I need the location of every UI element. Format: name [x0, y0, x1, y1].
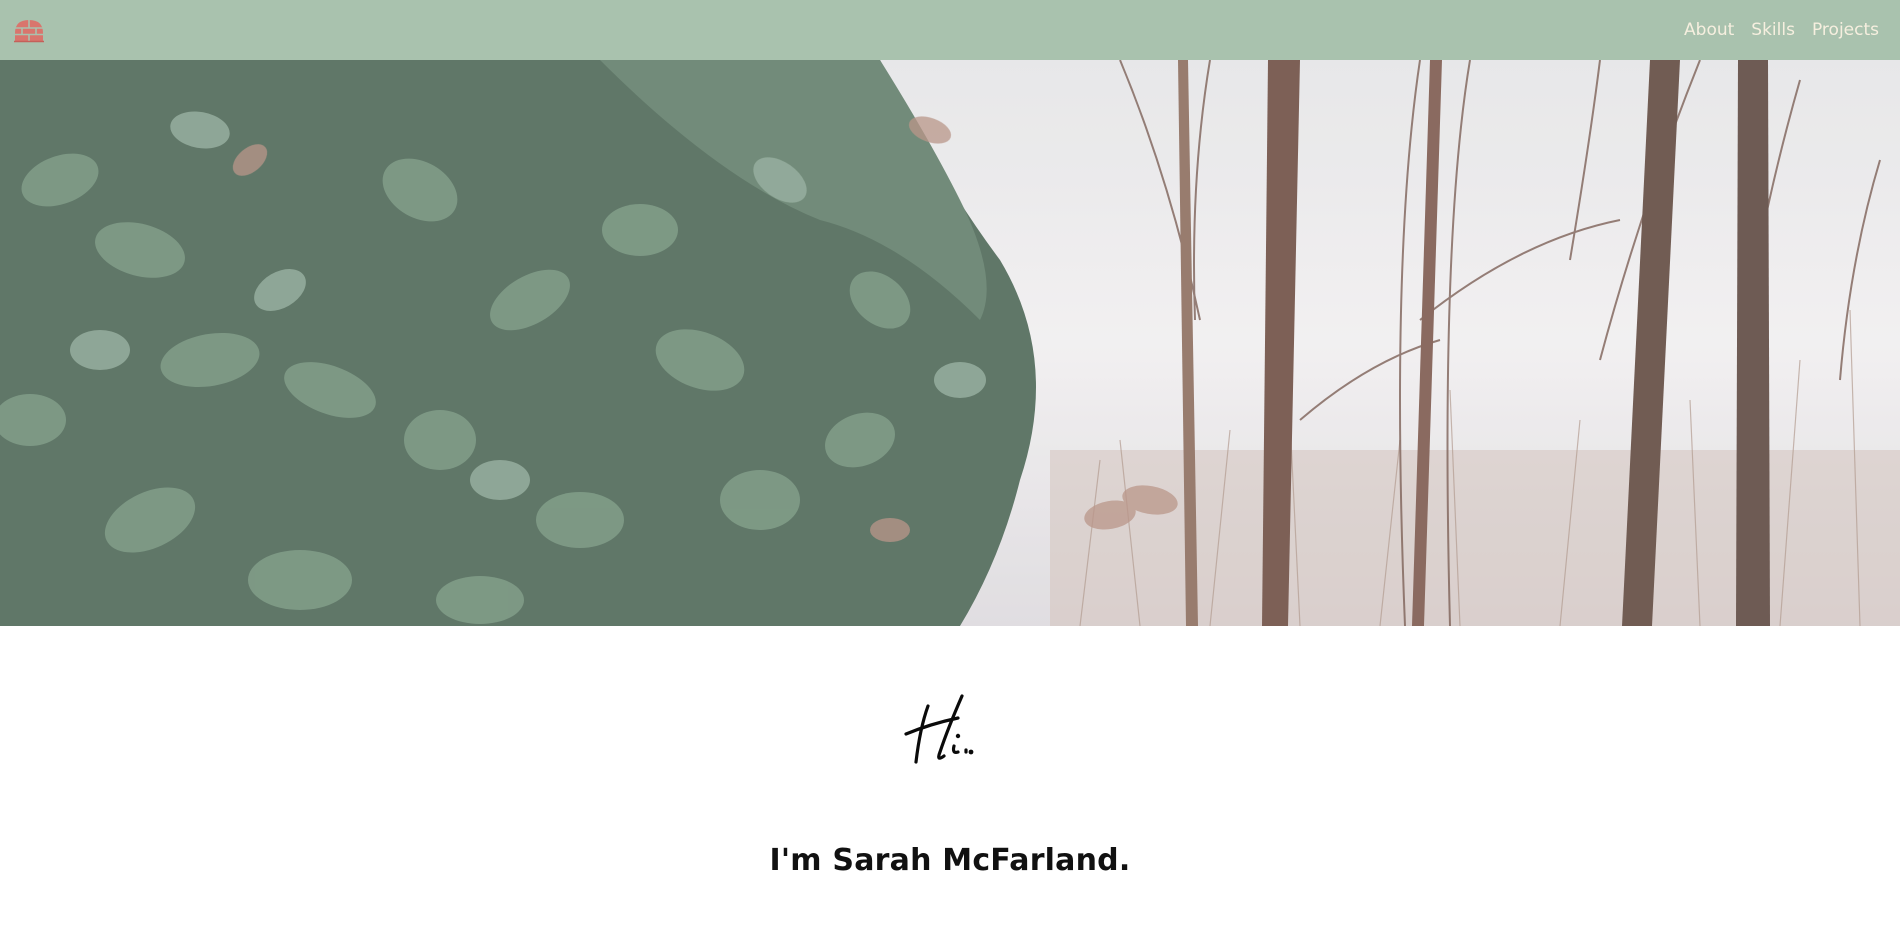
brick-dome-logo-icon[interactable] — [14, 17, 44, 43]
nav-link-about[interactable]: About — [1684, 20, 1734, 40]
nav-link-projects[interactable]: Projects — [1812, 20, 1879, 40]
intro-headline: I'm Sarah McFarland. — [769, 843, 1131, 878]
hero-foliage-illustration — [0, 60, 1900, 626]
hero-photo — [0, 60, 1900, 626]
navbar: About Skills Projects — [0, 0, 1900, 60]
handwritten-hi-signature — [900, 688, 990, 768]
nav-link-skills[interactable]: Skills — [1751, 20, 1795, 40]
nav-links: About Skills Projects — [1667, 0, 1879, 60]
